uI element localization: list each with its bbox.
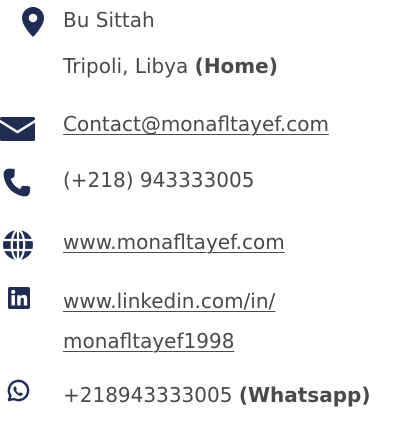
address-line-2: Tripoli, Libya (Home): [63, 48, 278, 84]
address-line-1: Bu Sittah: [63, 8, 155, 32]
contact-website: www.monafltayef.com: [0, 224, 419, 264]
website-link[interactable]: www.monafltayef.com: [63, 230, 285, 254]
whatsapp-number: +218943333005: [63, 383, 233, 407]
phone-icon: [3, 168, 31, 197]
envelope-icon: [0, 117, 35, 141]
contact-email: Contact@monafltayef.com: [0, 106, 419, 146]
linkedin-link-line-1[interactable]: www.linkedin.com/in/: [63, 289, 275, 313]
phone-number: (+218) 943333005: [63, 168, 255, 192]
map-pin-icon: [22, 7, 44, 37]
whatsapp-tag: (Whatsapp): [238, 383, 371, 407]
contact-address: Bu Sittah Tripoli, Libya (Home): [0, 0, 419, 90]
address-city: Tripoli, Libya: [63, 54, 189, 78]
linkedin-icon: [8, 287, 30, 309]
whatsapp-icon: [6, 379, 30, 403]
globe-icon: [2, 229, 34, 261]
contact-phone: (+218) 943333005: [0, 162, 419, 202]
address-tag: (Home): [194, 54, 278, 78]
linkedin-link-line-2[interactable]: monafltayef1998: [63, 329, 234, 353]
contact-whatsapp: +218943333005 (Whatsapp): [0, 377, 419, 417]
email-link[interactable]: Contact@monafltayef.com: [63, 112, 329, 136]
contact-linkedin: www.linkedin.com/in/ monafltayef1998: [0, 283, 419, 363]
